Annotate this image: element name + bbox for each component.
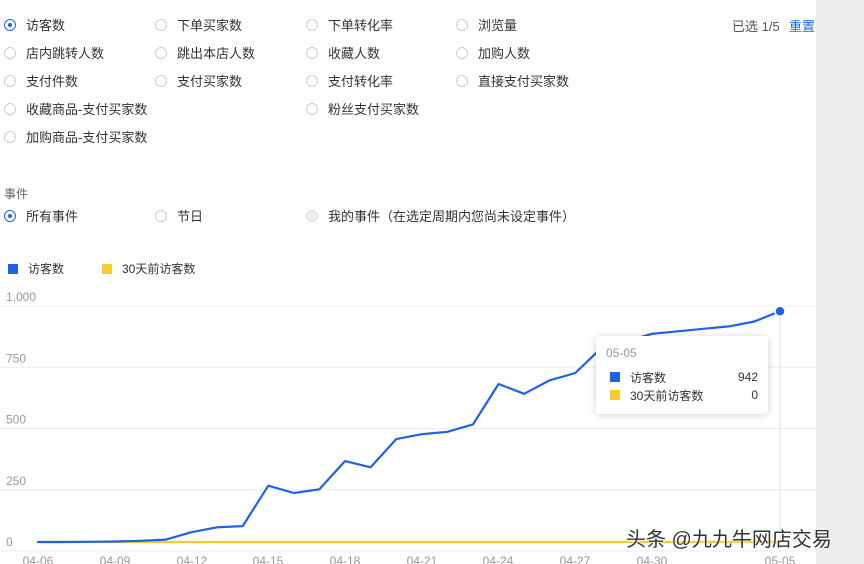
radio-button-icon[interactable] (4, 18, 16, 31)
radio-option-label: 下单转化率 (328, 18, 394, 33)
radio-option-label: 收藏人数 (328, 46, 381, 61)
y-axis-tick-label: 250 (6, 474, 26, 488)
tooltip-row-visitors-30d: 30天前访客数 0 (606, 386, 758, 404)
radio-option-label: 加购人数 (478, 46, 531, 61)
tooltip-visitors-30d-swatch (610, 390, 620, 400)
radio-button-icon[interactable] (4, 209, 16, 222)
series-end-point (774, 305, 786, 317)
radio-option-label: 下单买家数 (177, 18, 243, 33)
radio-option-label: 店内跳转人数 (26, 46, 105, 61)
tooltip-visitors-30d-name: 30天前访客数 (630, 388, 704, 403)
x-axis-tick-label: 04-15 (253, 554, 284, 564)
watermark: 头条 @九九牛网店交易 (626, 529, 832, 551)
radio-option-metric-0-1[interactable]: 下单买家数 (155, 15, 242, 34)
radio-option-metric-1-3[interactable]: 加购人数 (456, 43, 530, 62)
radio-option-metric-1-1[interactable]: 跳出本店人数 (155, 43, 255, 62)
radio-option-metric-4-0[interactable]: 加购商品-支付买家数 (4, 127, 147, 146)
tooltip-visitors-swatch (610, 372, 620, 382)
tooltip-row-visitors: 访客数 942 (606, 368, 758, 386)
x-axis-tick-label: 04-18 (330, 554, 361, 564)
radio-button-icon[interactable] (456, 46, 468, 59)
y-axis-tick-label: 0 (6, 535, 13, 549)
tooltip-visitors-name: 访客数 (630, 370, 667, 385)
radio-button-icon[interactable] (306, 46, 318, 59)
radio-button-icon[interactable] (4, 74, 16, 87)
radio-option-event-1[interactable]: 节日 (155, 206, 203, 225)
radio-option-metric-3-0[interactable]: 收藏商品-支付买家数 (4, 99, 147, 118)
x-axis-tick-label: 04-27 (560, 554, 591, 564)
radio-option-label: 直接支付买家数 (478, 74, 570, 89)
radio-option-metric-2-1[interactable]: 支付买家数 (155, 71, 242, 90)
x-axis-tick-label: 04-24 (483, 554, 514, 564)
tooltip-visitors-value: 942 (737, 370, 758, 384)
chart-tooltip: 05-05 访客数 942 30天前访客数 0 (596, 336, 768, 414)
radio-option-label: 加购商品-支付买家数 (26, 130, 148, 145)
selected-count: 已选 1/5 (732, 19, 780, 34)
y-axis-tick-label: 1,000 (6, 290, 36, 304)
x-axis-tick-label: 04-09 (100, 554, 131, 564)
radio-button-icon[interactable] (4, 102, 16, 115)
legend-visitors-30d[interactable]: 30天前访客数 (102, 260, 195, 277)
radio-option-label: 收藏商品-支付买家数 (26, 102, 148, 117)
radio-button-icon[interactable] (306, 102, 318, 115)
visitor-trend-chart: 1,000 750 500 250 0 04-06 04-09 04-12 04-15 04-18… (0, 290, 816, 564)
radio-option-metric-0-3[interactable]: 浏览量 (456, 15, 517, 34)
radio-option-label: 支付转化率 (328, 74, 394, 89)
tooltip-date: 05-05 (606, 346, 637, 360)
radio-button-icon[interactable] (306, 74, 318, 87)
radio-button-icon[interactable] (4, 46, 16, 59)
radio-option-label: 跳出本店人数 (177, 46, 256, 61)
legend-visitors-label: 访客数 (28, 262, 65, 276)
legend-visitors-30d-swatch (102, 263, 112, 274)
radio-option-metric-1-0[interactable]: 店内跳转人数 (4, 43, 104, 62)
events-section-label: 事件 (4, 187, 29, 201)
x-axis-tick-label: 04-06 (23, 554, 54, 564)
radio-option-label: 支付买家数 (177, 74, 243, 89)
radio-button-icon[interactable] (155, 18, 167, 31)
x-axis-tick-label: 04-30 (637, 554, 668, 564)
legend-visitors[interactable]: 访客数 (8, 260, 64, 277)
radio-option-label: 浏览量 (478, 18, 518, 33)
radio-option-metric-2-3[interactable]: 直接支付买家数 (456, 71, 569, 90)
legend-visitors-30d-label: 30天前访客数 (122, 262, 196, 276)
radio-button-icon[interactable] (155, 209, 167, 222)
tooltip-visitors-30d-value: 0 (751, 388, 758, 402)
radio-option-event-0[interactable]: 所有事件 (4, 206, 78, 225)
right-scroll-strip (816, 0, 864, 564)
radio-button-icon[interactable] (456, 18, 468, 31)
radio-button-icon[interactable] (155, 46, 167, 59)
legend-visitors-swatch (8, 263, 18, 274)
radio-option-metric-0-2[interactable]: 下单转化率 (306, 15, 393, 34)
x-axis-tick-label: 04-21 (407, 554, 438, 564)
radio-button-icon[interactable] (456, 74, 468, 87)
radio-button-icon[interactable] (306, 18, 318, 31)
radio-option-label: 访客数 (26, 18, 66, 33)
radio-option-label: 我的事件（在选定周期内您尚未设定事件） (328, 209, 576, 224)
radio-option-event-2: 我的事件（在选定周期内您尚未设定事件） (306, 206, 575, 225)
x-axis-tick-label: 04-12 (177, 554, 208, 564)
radio-option-metric-0-0[interactable]: 访客数 (4, 15, 65, 34)
radio-option-metric-3-2[interactable]: 粉丝支付买家数 (306, 99, 419, 118)
radio-button-icon (306, 209, 318, 222)
y-axis-tick-label: 500 (6, 413, 26, 427)
reset-link[interactable]: 重置 (789, 16, 815, 35)
x-axis-tick-label: 05-05 (765, 554, 796, 564)
radio-option-label: 节日 (177, 209, 204, 224)
radio-button-icon[interactable] (155, 74, 167, 87)
radio-option-label: 所有事件 (26, 209, 79, 224)
radio-option-metric-2-0[interactable]: 支付件数 (4, 71, 78, 90)
radio-option-label: 粉丝支付买家数 (328, 102, 420, 117)
y-axis-tick-label: 750 (6, 351, 26, 365)
radio-option-metric-2-2[interactable]: 支付转化率 (306, 71, 393, 90)
radio-option-metric-1-2[interactable]: 收藏人数 (306, 43, 380, 62)
radio-button-icon[interactable] (4, 130, 16, 143)
radio-option-label: 支付件数 (26, 74, 79, 89)
